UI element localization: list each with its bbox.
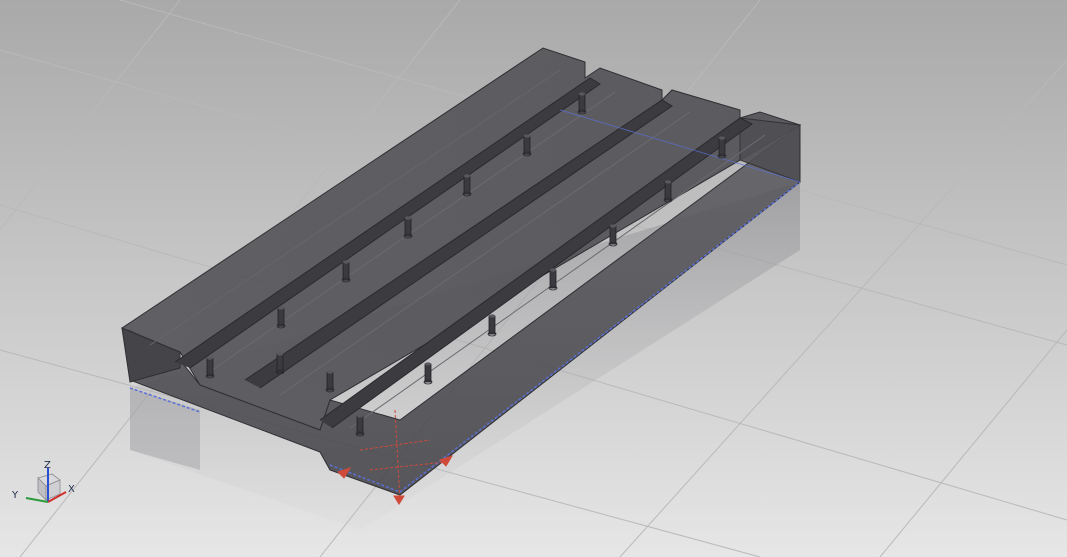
bolt xyxy=(275,352,285,375)
orientation-triad[interactable]: Z X Y xyxy=(8,460,88,512)
bolt xyxy=(608,224,618,247)
bolt xyxy=(355,414,365,437)
bolt xyxy=(276,306,286,329)
x-axis-label: X xyxy=(68,484,75,495)
z-axis-label: Z xyxy=(44,460,51,471)
bolt xyxy=(487,314,497,337)
model-scene[interactable] xyxy=(0,0,1067,557)
bolt xyxy=(403,216,413,239)
bolt xyxy=(325,370,335,393)
bolt xyxy=(663,180,673,203)
bolt xyxy=(205,356,215,379)
bolt xyxy=(423,362,433,385)
bolt xyxy=(341,260,351,283)
bolt xyxy=(548,268,558,291)
bolt xyxy=(577,92,587,115)
3d-viewport[interactable]: Z X Y xyxy=(0,0,1067,557)
bolt xyxy=(522,134,532,157)
bolt xyxy=(462,174,472,197)
bolt xyxy=(717,136,727,159)
y-axis-label: Y xyxy=(11,490,19,501)
